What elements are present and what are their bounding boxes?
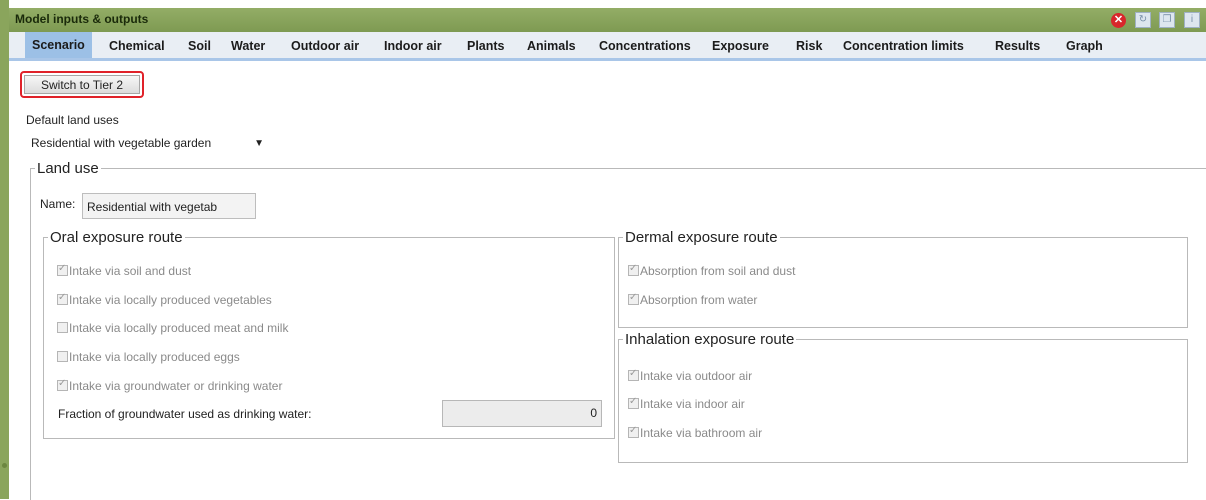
tab-chemical[interactable]: Chemical	[109, 39, 165, 53]
refresh-button[interactable]: ↻	[1133, 10, 1153, 30]
checkbox-label: Intake via groundwater or drinking water	[69, 379, 283, 393]
checkbox-label: Intake via outdoor air	[640, 369, 753, 383]
checkbox[interactable]	[628, 425, 639, 438]
default-land-uses-label: Default land uses	[26, 113, 119, 127]
checkbox[interactable]	[57, 292, 68, 305]
oral-item-eggs[interactable]: Intake via locally produced eggs	[57, 350, 240, 364]
tab-exposure[interactable]: Exposure	[712, 39, 769, 53]
checkbox-label: Intake via indoor air	[640, 397, 745, 411]
oral-item-meat-milk[interactable]: Intake via locally produced meat and mil…	[57, 321, 288, 335]
inhalation-exposure-legend: Inhalation exposure route	[625, 331, 795, 348]
dermal-item-soil-dust[interactable]: Absorption from soil and dust	[628, 263, 796, 278]
tab-bar: Scenario Chemical Soil Water Outdoor air…	[9, 32, 1206, 61]
oral-exposure-legend: Oral exposure route	[50, 229, 183, 246]
inhalation-item-indoor-air[interactable]: Intake via indoor air	[628, 396, 745, 411]
tab-results[interactable]: Results	[995, 39, 1040, 53]
checkbox-label: Intake via locally produced vegetables	[69, 293, 272, 307]
tab-concentrations[interactable]: Concentrations	[599, 39, 691, 53]
close-button[interactable]: ✕	[1109, 10, 1129, 30]
resize-grip-icon[interactable]	[2, 463, 7, 468]
tab-outdoor-air[interactable]: Outdoor air	[291, 39, 359, 53]
tab-soil[interactable]: Soil	[188, 39, 211, 53]
default-land-uses-select[interactable]: Residential with vegetable garden ▼	[26, 133, 268, 154]
checkbox-label: Intake via soil and dust	[69, 264, 192, 278]
fraction-groundwater-input[interactable]: 0	[442, 400, 602, 427]
switch-to-tier2-button[interactable]: Switch to Tier 2	[20, 71, 144, 98]
tab-scenario[interactable]: Scenario	[25, 32, 92, 58]
switch-to-tier2-label: Switch to Tier 2	[24, 75, 140, 94]
dermal-exposure-legend: Dermal exposure route	[625, 229, 778, 246]
checkbox[interactable]	[57, 351, 68, 362]
info-button[interactable]: i	[1182, 10, 1202, 30]
tab-indoor-air[interactable]: Indoor air	[384, 39, 442, 53]
checkbox[interactable]	[57, 263, 68, 276]
land-use-legend: Land use	[37, 160, 99, 177]
copy-icon: ❐	[1159, 12, 1175, 28]
tab-water[interactable]: Water	[231, 39, 265, 53]
fraction-groundwater-label: Fraction of groundwater used as drinking…	[58, 407, 312, 421]
tab-concentration-limits[interactable]: Concentration limits	[843, 39, 964, 53]
checkbox-label: Intake via locally produced eggs	[69, 350, 240, 364]
name-label: Name:	[40, 197, 76, 211]
oral-item-groundwater[interactable]: Intake via groundwater or drinking water	[57, 378, 283, 393]
checkbox-label: Intake via bathroom air	[640, 426, 763, 440]
checkbox[interactable]	[628, 368, 639, 381]
dermal-item-water[interactable]: Absorption from water	[628, 292, 758, 307]
close-icon: ✕	[1111, 13, 1126, 28]
checkbox[interactable]	[57, 322, 68, 333]
checkbox-label: Absorption from soil and dust	[640, 264, 796, 278]
tab-plants[interactable]: Plants	[467, 39, 505, 53]
left-resize-rail[interactable]	[0, 0, 9, 499]
checkbox-label: Intake via locally produced meat and mil…	[69, 321, 289, 335]
oral-item-soil-dust[interactable]: Intake via soil and dust	[57, 263, 192, 278]
window-title: Model inputs & outputs	[15, 12, 149, 26]
checkbox[interactable]	[628, 263, 639, 276]
refresh-icon: ↻	[1135, 12, 1151, 28]
tab-risk[interactable]: Risk	[796, 39, 822, 53]
checkbox-label: Absorption from water	[640, 293, 758, 307]
land-use-name-field[interactable]: Residential with vegetab	[82, 193, 256, 219]
dermal-exposure-group: Dermal exposure route	[618, 229, 1188, 328]
inhalation-item-bathroom-air[interactable]: Intake via bathroom air	[628, 425, 763, 440]
window-titlebar: Model inputs & outputs ✕ ↻ ❐ i	[9, 8, 1206, 32]
tab-graph[interactable]: Graph	[1066, 39, 1103, 53]
checkbox[interactable]	[628, 396, 639, 409]
inhalation-item-outdoor-air[interactable]: Intake via outdoor air	[628, 368, 753, 383]
default-land-uses-value: Residential with vegetable garden	[31, 136, 212, 150]
info-icon: i	[1184, 12, 1200, 28]
checkbox[interactable]	[628, 292, 639, 305]
oral-item-vegetables[interactable]: Intake via locally produced vegetables	[57, 292, 272, 307]
checkbox[interactable]	[57, 378, 68, 391]
copy-button[interactable]: ❐	[1157, 10, 1177, 30]
tab-animals[interactable]: Animals	[527, 39, 576, 53]
chevron-down-icon: ▼	[254, 138, 264, 149]
